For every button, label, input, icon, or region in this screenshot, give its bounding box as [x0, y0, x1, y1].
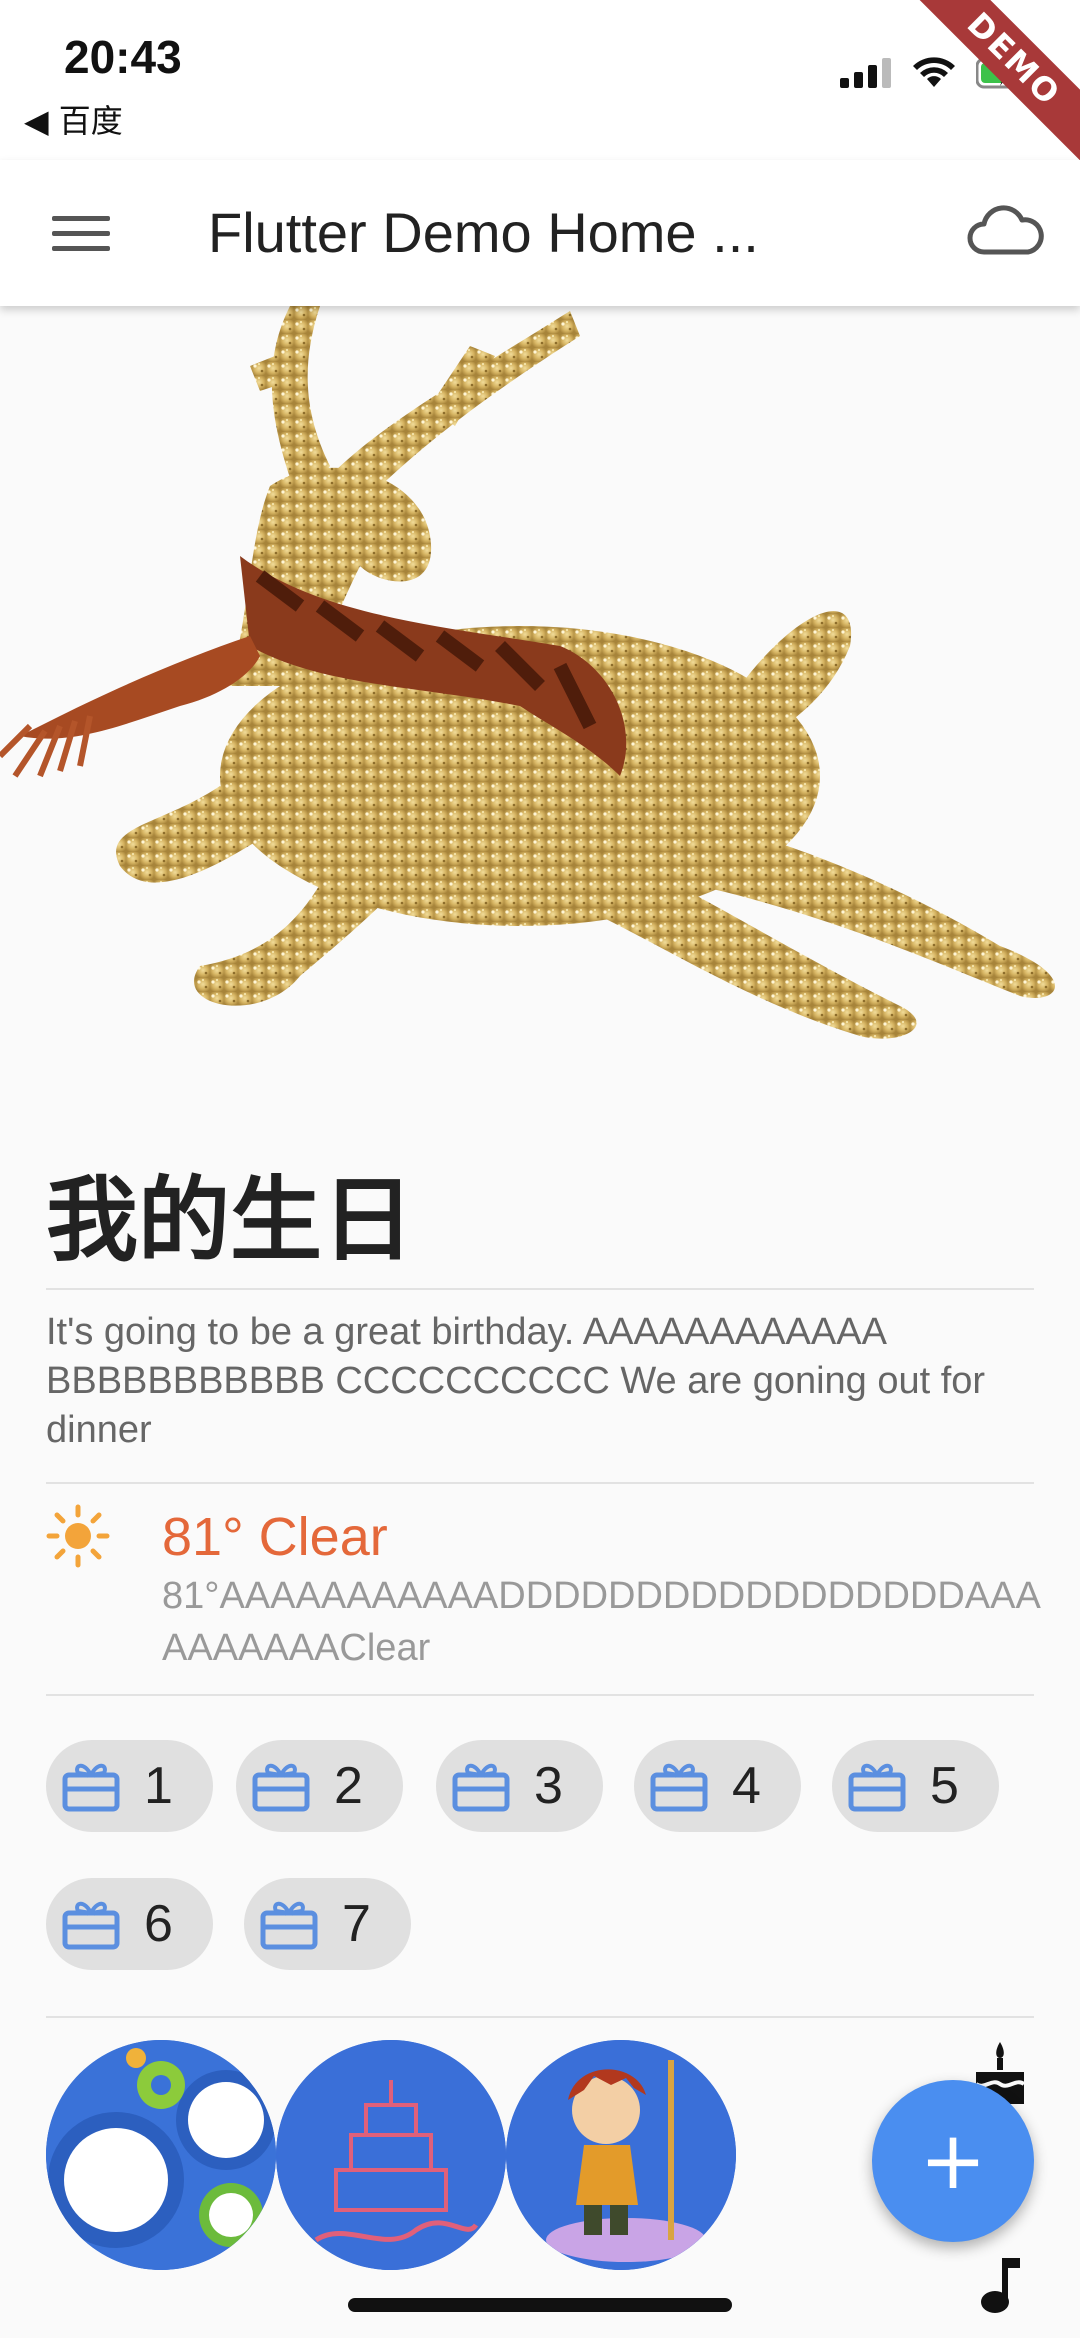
gift-icon	[252, 1763, 310, 1812]
chip-label: 1	[144, 1757, 173, 1815]
music-note-icon	[981, 2258, 1020, 2313]
gift-icon	[62, 1901, 120, 1950]
gift-icon	[260, 1901, 318, 1950]
menu-icon[interactable]	[52, 204, 110, 262]
back-to-app-link[interactable]: ◀ 百度	[24, 96, 123, 142]
birthday-cake-avatar[interactable]	[276, 2040, 506, 2270]
cartoon-warrior-avatar[interactable]	[506, 2040, 736, 2270]
divider	[46, 1482, 1034, 1484]
home-indicator	[348, 2298, 732, 2312]
chip-2[interactable]: 2	[236, 1740, 403, 1832]
status-bar: 20:43 ◀ 百度 DEMO	[0, 0, 1080, 169]
card-title: 我的生日	[46, 1167, 415, 1274]
divider	[46, 2016, 1034, 2018]
wifi-icon	[913, 57, 955, 87]
cloud-icon[interactable]	[966, 200, 1046, 264]
chip-4[interactable]: 4	[634, 1740, 801, 1832]
chip-label: 3	[534, 1757, 563, 1815]
card-description: It's going to be a great birthday. AAAAA…	[46, 1311, 986, 1451]
sun-icon	[46, 1504, 110, 1568]
weather-detail: 81°AAAAAAAAAAADDDDDDDDDDDDDDDDDAAAAAAAAA…	[162, 1575, 1041, 1669]
page-title: Flutter Demo Home ...	[208, 201, 759, 264]
chip-label: 7	[342, 1895, 371, 1953]
app-bar: Flutter Demo Home ...	[0, 160, 1080, 306]
chip-3[interactable]: 3	[436, 1740, 603, 1832]
chip-label: 2	[334, 1757, 363, 1815]
chip-label: 4	[732, 1757, 761, 1815]
weather-headline: 81° Clear	[162, 1507, 388, 1567]
chip-1[interactable]: 1	[46, 1740, 213, 1832]
gift-icon	[62, 1763, 120, 1812]
divider	[46, 1694, 1034, 1696]
gift-icon	[452, 1763, 510, 1812]
chip-label: 6	[144, 1895, 173, 1953]
chip-6[interactable]: 6	[46, 1878, 213, 1970]
cellular-signal-icon	[840, 58, 891, 88]
gears-avatar[interactable]	[46, 2040, 276, 2270]
chip-7[interactable]: 7	[244, 1878, 411, 1970]
add-button[interactable]: +	[872, 2080, 1034, 2242]
chip-label: 5	[930, 1757, 959, 1815]
chip-5[interactable]: 5	[832, 1740, 999, 1832]
reindeer-image	[0, 306, 1080, 1096]
divider	[46, 1288, 1034, 1290]
gift-icon	[848, 1763, 906, 1812]
gift-icon	[650, 1763, 708, 1812]
status-time: 20:43	[64, 31, 182, 83]
